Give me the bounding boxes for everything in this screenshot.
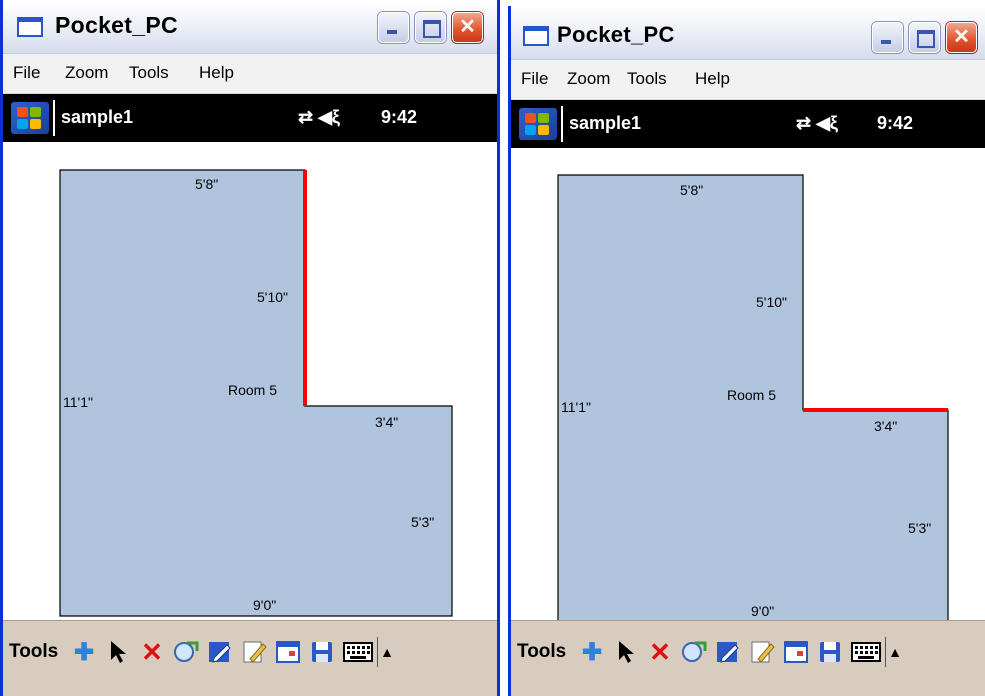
- delete-icon[interactable]: ✕: [645, 635, 675, 669]
- explorer-icon[interactable]: [679, 635, 709, 669]
- arrow-up-icon[interactable]: ▲: [883, 635, 907, 669]
- tools-label: Tools: [517, 641, 567, 662]
- floor-plan-svg: [59, 169, 453, 617]
- dim-right-lower: 5'3": [411, 514, 435, 530]
- pointer-icon[interactable]: [611, 635, 641, 669]
- clock-time[interactable]: 9:42: [381, 107, 417, 128]
- maximize-icon: [423, 20, 441, 38]
- maximize-button[interactable]: [909, 22, 940, 53]
- menu-help[interactable]: Help: [695, 69, 730, 89]
- windows-start-icon[interactable]: [519, 108, 557, 140]
- floor-plan-canvas[interactable]: 5'8" 5'10" 11'1" Room 5 3'4" 5'3" 9'0": [3, 142, 497, 620]
- pocket-pc-window-right: Pocket_PC ✕ File Zoom Tools Help sample1…: [508, 6, 985, 696]
- delete-icon[interactable]: ✕: [137, 635, 167, 669]
- dim-right-lower: 5'3": [908, 520, 932, 536]
- menu-file[interactable]: File: [521, 69, 548, 89]
- title-bar[interactable]: Pocket_PC ✕: [511, 6, 985, 60]
- windows-start-icon[interactable]: [11, 102, 49, 134]
- status-divider: [561, 106, 563, 142]
- menu-tools[interactable]: Tools: [129, 63, 169, 83]
- dim-top: 5'8": [680, 182, 704, 198]
- dim-right-upper: 5'10": [257, 289, 289, 305]
- maximize-icon: [917, 30, 935, 48]
- window-title: Pocket_PC: [55, 12, 178, 38]
- status-bar: sample1 ⇄ ◀ξ 9:42: [511, 100, 985, 148]
- floor-plan-canvas[interactable]: 5'8" 5'10" 11'1" Room 5 3'4" 5'3" 9'0": [511, 148, 985, 626]
- menu-bar: File Zoom Tools Help: [3, 54, 497, 94]
- status-bar: sample1 ⇄ ◀ξ 9:42: [3, 94, 497, 142]
- pen-icon[interactable]: [713, 635, 743, 669]
- menu-zoom[interactable]: Zoom: [567, 69, 610, 89]
- dim-bottom: 9'0": [751, 603, 775, 619]
- maximize-button[interactable]: [415, 12, 446, 43]
- add-icon[interactable]: ✚: [69, 635, 99, 669]
- save-icon[interactable]: [307, 635, 337, 669]
- minimize-icon: [387, 30, 397, 34]
- dim-step: 3'4": [874, 418, 898, 434]
- dim-left: 11'1": [561, 399, 591, 415]
- connectivity-volume-icons[interactable]: ⇄ ◀ξ: [796, 113, 838, 134]
- pointer-icon[interactable]: [103, 635, 133, 669]
- tools-toolbar: Tools ✚ ✕ ▲: [3, 620, 497, 696]
- clock-time[interactable]: 9:42: [877, 113, 913, 134]
- connectivity-volume-icons[interactable]: ⇄ ◀ξ: [298, 107, 340, 128]
- window-app-icon: [17, 17, 43, 37]
- dim-top: 5'8": [195, 176, 219, 192]
- close-button[interactable]: ✕: [452, 12, 483, 43]
- menu-file[interactable]: File: [13, 63, 40, 83]
- status-divider: [53, 100, 55, 136]
- window-title: Pocket_PC: [557, 22, 675, 47]
- minimize-button[interactable]: [872, 22, 903, 53]
- menu-zoom[interactable]: Zoom: [65, 63, 108, 83]
- tools-label: Tools: [9, 641, 59, 662]
- dim-bottom: 9'0": [253, 597, 277, 613]
- window-icon[interactable]: [781, 635, 811, 669]
- dim-step: 3'4": [375, 414, 399, 430]
- arrow-up-icon[interactable]: ▲: [375, 635, 399, 669]
- window-app-icon: [523, 26, 549, 46]
- pocket-pc-window-left: Pocket_PC ✕ File Zoom Tools Help sample1…: [0, 0, 500, 696]
- save-icon[interactable]: [815, 635, 845, 669]
- document-title: sample1: [569, 113, 642, 133]
- add-icon[interactable]: ✚: [577, 635, 607, 669]
- minimize-icon: [881, 40, 891, 44]
- tools-toolbar: Tools ✚ ✕ ▲: [511, 620, 985, 696]
- menu-help[interactable]: Help: [199, 63, 234, 83]
- pen-icon[interactable]: [205, 635, 235, 669]
- minimize-button[interactable]: [378, 12, 409, 43]
- keyboard-icon[interactable]: [343, 635, 373, 669]
- menu-tools[interactable]: Tools: [627, 69, 667, 89]
- keyboard-icon[interactable]: [851, 635, 881, 669]
- close-button[interactable]: ✕: [946, 22, 977, 53]
- edit-document-icon[interactable]: [747, 635, 777, 669]
- close-icon: ✕: [459, 16, 476, 38]
- room-label: Room 5: [228, 382, 278, 398]
- window-icon[interactable]: [273, 635, 303, 669]
- close-icon: ✕: [953, 26, 970, 48]
- menu-bar: File Zoom Tools Help: [511, 60, 985, 100]
- room-label: Room 5: [727, 387, 777, 403]
- dim-right-upper: 5'10": [756, 294, 788, 310]
- edit-document-icon[interactable]: [239, 635, 269, 669]
- title-bar[interactable]: Pocket_PC ✕: [3, 0, 497, 54]
- dim-left: 11'1": [63, 394, 93, 410]
- explorer-icon[interactable]: [171, 635, 201, 669]
- document-title: sample1: [61, 107, 134, 127]
